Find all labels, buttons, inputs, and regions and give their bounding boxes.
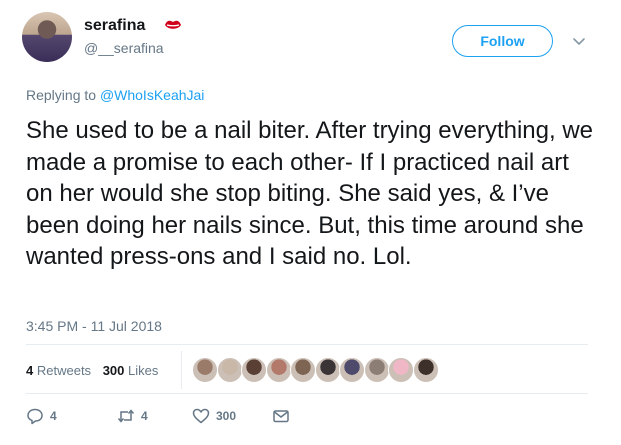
retweets-count: 4 [26,363,34,378]
tweet-stats: 4 Retweets 300 Likes [26,363,166,378]
replying-to: Replying to @WhoIsKeahJai [26,87,204,103]
retweet-button[interactable]: 4 [117,407,148,425]
follow-button[interactable]: Follow [452,25,553,57]
liker-avatar[interactable] [388,357,414,383]
liker-avatar[interactable] [412,357,439,383]
retweets-label: Retweets [36,363,92,378]
liker-avatar[interactable] [314,357,341,383]
divider-top [26,344,588,345]
liker-avatar[interactable] [192,357,218,383]
reply-icon [27,408,43,425]
replying-prefix: Replying to [26,87,100,103]
likes-stat[interactable]: 300 Likes [103,363,159,378]
likes-label: Likes [128,363,159,378]
tweet-text: She used to be a nail biter. After tryin… [26,117,593,270]
retweet-icon [117,409,135,423]
reply-count: 4 [50,409,57,423]
liker-avatar[interactable] [290,357,316,383]
like-button[interactable]: 300 [192,407,236,425]
liker-avatar[interactable] [241,357,267,383]
reply-button[interactable]: 4 [26,407,57,425]
liker-avatar[interactable] [216,357,243,383]
liker-avatar[interactable] [265,357,292,383]
display-name[interactable]: serafina [84,17,145,35]
handle[interactable]: @__serafina [84,40,164,56]
avatar[interactable] [22,12,72,62]
divider-bottom [26,393,588,394]
liker-avatar[interactable] [363,357,390,383]
retweets-stat[interactable]: 4 Retweets [26,363,91,378]
message-button[interactable] [272,407,296,425]
reply-target-link[interactable]: @WhoIsKeahJai [100,87,204,103]
stats-separator [181,351,182,389]
retweet-count: 4 [141,409,148,423]
heart-icon [192,408,210,424]
envelope-icon [273,410,289,423]
likes-count: 300 [102,363,125,378]
chevron-down-icon[interactable] [572,34,586,48]
lips-icon [165,20,181,29]
liker-avatar[interactable] [339,357,365,383]
like-count: 300 [216,409,237,423]
timestamp[interactable]: 3:45 PM - 11 Jul 2018 [26,318,162,334]
